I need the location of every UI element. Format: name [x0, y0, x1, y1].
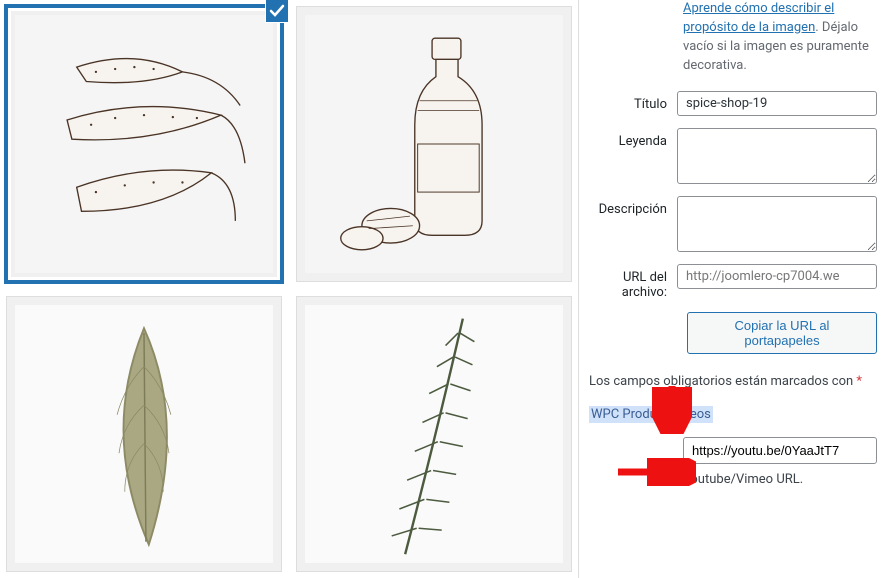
- media-thumb-3[interactable]: [6, 296, 282, 572]
- selected-check-icon: [265, 0, 289, 23]
- annotation-arrow-down-icon: [652, 384, 692, 434]
- annotation-arrow-right-icon: [616, 458, 696, 486]
- wpc-product-videos-heading: WPC Product Videos: [589, 406, 713, 423]
- media-library-grid: [0, 0, 578, 578]
- wpc-video-url-input[interactable]: [683, 437, 877, 464]
- alt-text-help: Aprende cómo describir el propósito de l…: [683, 0, 877, 75]
- title-label: Título: [589, 91, 677, 112]
- attachment-details-sidebar: Aprende cómo describir el propósito de l…: [578, 0, 888, 578]
- description-input[interactable]: [677, 196, 877, 252]
- description-label: Descripción: [589, 196, 677, 217]
- required-fields-note: Los campos obligatorios están marcados c…: [589, 372, 877, 392]
- copy-url-button[interactable]: Copiar la URL al portapapeles: [687, 312, 877, 354]
- media-thumb-1[interactable]: [6, 6, 282, 282]
- alt-text-help-link[interactable]: Aprende cómo describir el propósito de l…: [683, 1, 834, 35]
- title-input[interactable]: [677, 91, 877, 116]
- file-url-input[interactable]: [677, 264, 877, 289]
- wpc-video-url-help: Youtube/Vimeo URL.: [683, 472, 877, 487]
- media-thumb-4[interactable]: [296, 296, 572, 572]
- caption-label: Leyenda: [589, 128, 677, 149]
- caption-input[interactable]: [677, 128, 877, 184]
- file-url-label: URL del archivo:: [589, 264, 677, 300]
- media-thumb-2[interactable]: [296, 6, 572, 282]
